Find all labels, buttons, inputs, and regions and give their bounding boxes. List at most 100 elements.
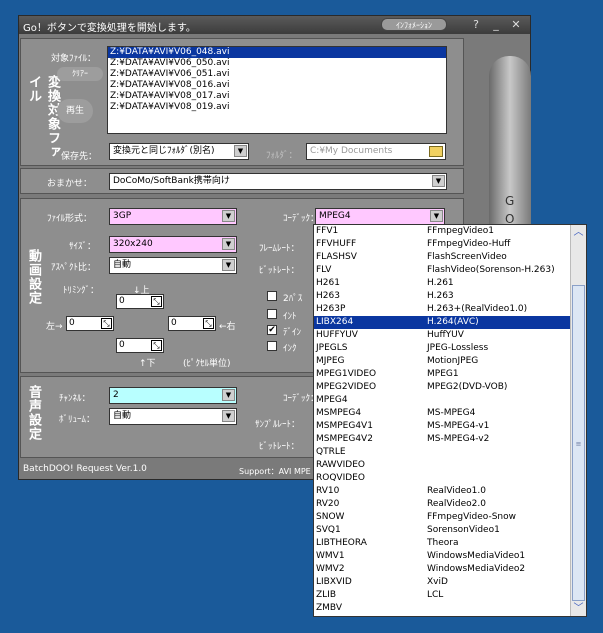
dropdown-option[interactable]: WMV1 WindowsMediaVideo1 — [314, 550, 586, 563]
option-codec-name: MotionJPEG — [427, 356, 479, 366]
dropdown-option[interactable]: ROQVIDEO — [314, 472, 586, 485]
dropdown-option[interactable]: ZMBV — [314, 602, 586, 615]
samplerate-label: ｻﾝﾌﾟﾙﾚｰﾄ： — [255, 420, 301, 430]
dropdown-option[interactable]: HUFFYUV HuffYUV — [314, 329, 586, 342]
option-codec-name: H.261 — [427, 278, 454, 288]
file-list[interactable]: Z:¥DATA¥AVI¥V06_048.avi Z:¥DATA¥AVI¥V06_… — [107, 46, 447, 134]
size-select[interactable]: 320x240 ▼ — [109, 236, 237, 253]
option-codec-id: SNOW — [316, 512, 345, 522]
option-codec-id: H261 — [316, 278, 340, 288]
format-select[interactable]: 3GP ▼ — [109, 208, 237, 225]
option-codec-name: LCL — [427, 590, 444, 600]
help-icon[interactable]: ? — [469, 18, 483, 32]
size-label: ｻｲｽﾞ： — [69, 242, 97, 252]
preset-select[interactable]: DoCoMo/SoftBank携帯向け ▼ — [109, 173, 447, 190]
trim-left-value: 0 — [69, 318, 75, 328]
interlace-checkbox[interactable] — [267, 309, 277, 319]
list-item[interactable]: Z:¥DATA¥AVI¥V08_019.avi — [108, 102, 446, 113]
dropdown-option[interactable]: MSMPEG4V2 MS-MPEG4-v2 — [314, 433, 586, 446]
list-item[interactable]: Z:¥DATA¥AVI¥V06_051.avi — [108, 69, 446, 80]
option-codec-name: MS-MPEG4-v2 — [427, 434, 490, 444]
spin-icon[interactable]: ⤡ — [151, 296, 162, 307]
dropdown-option[interactable]: ZLIB LCL — [314, 589, 586, 602]
codec-dropdown-list[interactable]: FFV1 FFmpegVideo1 FFVHUFF FFmpegVideo-Huff F… — [313, 224, 587, 617]
dropdown-option[interactable]: LIBX264 H.264(AVC) — [314, 316, 586, 329]
chevron-down-icon: ▼ — [430, 210, 443, 222]
format-value: 3GP — [113, 211, 132, 221]
dropdown-option[interactable]: JPEGLS JPEG-Lossless — [314, 342, 586, 355]
dropdown-option[interactable]: H261 H.261 — [314, 277, 586, 290]
dropdown-option[interactable]: FFV1 FFmpegVideo1 — [314, 225, 586, 238]
save-destination-select[interactable]: 変換元と同じﾌｫﾙﾀﾞ(別名) ▼ — [109, 143, 249, 160]
option4-label: ｲﾝｸ — [283, 344, 297, 354]
folder-field[interactable]: C:¥My Documents — [306, 143, 446, 160]
dropdown-option[interactable]: QTRLE — [314, 446, 586, 459]
dropdown-option[interactable]: MSMPEG4 MS-MPEG4 — [314, 407, 586, 420]
dropdown-option[interactable]: FFVHUFF FFmpegVideo-Huff — [314, 238, 586, 251]
dropdown-option[interactable]: RV20 RealVideo2.0 — [314, 498, 586, 511]
folder-icon[interactable] — [429, 146, 443, 157]
option-codec-id: LIBX264 — [316, 317, 354, 327]
dropdown-option[interactable]: SVQ1 SorensonVideo1 — [314, 524, 586, 537]
information-button[interactable]: ｲﾝﾌｫﾒｰｼｮﾝ — [381, 18, 447, 31]
close-icon[interactable]: ✕ — [509, 18, 523, 32]
deinterlace-checkbox[interactable]: ✔ — [267, 325, 277, 335]
spin-icon[interactable]: ⤡ — [101, 318, 112, 329]
option-codec-id: FLV — [316, 265, 332, 275]
dropdown-option[interactable]: H263 H.263 — [314, 290, 586, 303]
clear-button[interactable]: ｸﾘｱｰ — [57, 67, 103, 81]
option-codec-name: Theora — [427, 538, 459, 548]
option-codec-id: WMV1 — [316, 551, 345, 561]
trim-top-input[interactable]: 0 ⤡ — [116, 294, 164, 309]
dropdown-option[interactable]: RV10 RealVideo1.0 — [314, 485, 586, 498]
trim-right-input[interactable]: 0 ⤡ — [168, 316, 216, 331]
dropdown-option[interactable]: MSMPEG4V1 MS-MPEG4-v1 — [314, 420, 586, 433]
files-label: 対象ﾌｧｲﾙ： — [51, 54, 97, 64]
dropdown-option[interactable]: LIBTHEORA Theora — [314, 537, 586, 550]
dropdown-option[interactable]: SNOW FFmpegVideo-Snow — [314, 511, 586, 524]
dropdown-option[interactable]: FLV FlashVideo(Sorenson-H.263) — [314, 264, 586, 277]
option-codec-id: H263P — [316, 304, 346, 314]
minimize-icon[interactable]: _ — [489, 18, 503, 32]
chevron-down-icon: ▼ — [222, 259, 235, 271]
option-codec-id: FFVHUFF — [316, 239, 357, 249]
trim-left-input[interactable]: 0 ⤡ — [66, 316, 114, 331]
dropdown-option[interactable]: FLASHSV FlashScreenVideo — [314, 251, 586, 264]
option-codec-name: MS-MPEG4 — [427, 408, 476, 418]
trim-bottom-input[interactable]: 0 ⤡ — [116, 338, 164, 353]
title-bar[interactable]: Go！ボタンで変換処理を開始します。 ｲﾝﾌｫﾒｰｼｮﾝ ? _ ✕ — [19, 16, 530, 34]
dropdown-option[interactable]: MPEG1VIDEO MPEG1 — [314, 368, 586, 381]
dropdown-option[interactable]: RAWVIDEO — [314, 459, 586, 472]
chevron-down-icon: ▼ — [234, 145, 247, 157]
scroll-thumb[interactable]: ≡ — [572, 285, 585, 601]
dropdown-option[interactable]: H263P H.263+(RealVideo1.0) — [314, 303, 586, 316]
list-item[interactable]: Z:¥DATA¥AVI¥V08_017.avi — [108, 91, 446, 102]
dropdown-option[interactable]: WMV2 WindowsMediaVideo2 — [314, 563, 586, 576]
scroll-down-icon[interactable]: ﹀ — [571, 601, 586, 616]
play-button[interactable]: 再生 — [57, 99, 93, 123]
spin-icon[interactable]: ⤡ — [151, 340, 162, 351]
dropdown-option[interactable]: MPEG4 — [314, 394, 586, 407]
volume-select[interactable]: 自動 ▼ — [109, 408, 237, 425]
option-codec-id: FFV1 — [316, 226, 339, 236]
dropdown-option[interactable]: LIBXVID XviD — [314, 576, 586, 589]
list-item[interactable]: Z:¥DATA¥AVI¥V08_016.avi — [108, 80, 446, 91]
option4-checkbox[interactable] — [267, 341, 277, 351]
codec-select[interactable]: MPEG4 ▼ — [315, 208, 445, 225]
option-codec-name: WindowsMediaVideo2 — [427, 564, 526, 574]
channel-select[interactable]: 2 ▼ — [109, 387, 237, 404]
aspect-select[interactable]: 自動 ▼ — [109, 257, 237, 274]
dropdown-option[interactable]: MPEG2VIDEO MPEG2(DVD-VOB) — [314, 381, 586, 394]
option-codec-id: H263 — [316, 291, 340, 301]
option-codec-name: FlashScreenVideo — [427, 252, 507, 262]
two-pass-checkbox[interactable] — [267, 291, 277, 301]
dropdown-option[interactable]: MJPEG MotionJPEG — [314, 355, 586, 368]
chevron-down-icon: ▼ — [222, 389, 235, 401]
spin-icon[interactable]: ⤡ — [203, 318, 214, 329]
list-item[interactable]: Z:¥DATA¥AVI¥V06_050.avi — [108, 58, 446, 69]
volume-value: 自動 — [113, 411, 132, 421]
chevron-down-icon: ▼ — [222, 238, 235, 250]
dropdown-scrollbar[interactable]: ︿ ≡ ﹀ — [570, 225, 586, 616]
list-item[interactable]: Z:¥DATA¥AVI¥V06_048.avi — [108, 47, 446, 58]
scroll-up-icon[interactable]: ︿ — [571, 225, 586, 240]
